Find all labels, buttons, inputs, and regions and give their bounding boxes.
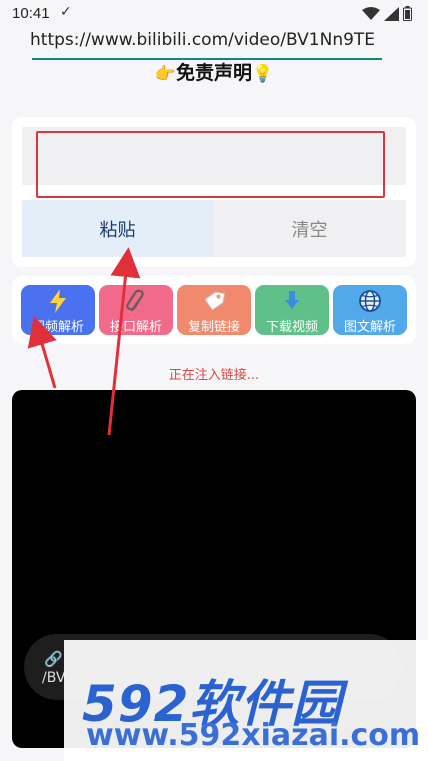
tool-label: 图文解析 <box>343 320 396 335</box>
title-text: 免责声明 <box>175 62 252 84</box>
tool-label: 下载视频 <box>265 320 318 335</box>
tool-label: 复制链接 <box>187 320 240 335</box>
url-input-container <box>22 127 406 185</box>
lightning-icon <box>21 288 95 314</box>
lightbulb-icon: 💡 <box>252 64 274 84</box>
download-icon <box>255 288 329 314</box>
api-parse-button[interactable]: 接口解析 <box>99 285 173 335</box>
url-input-underline <box>32 58 382 60</box>
signal-icon <box>384 6 399 21</box>
watermark-url: www.592xiazai.com <box>86 718 421 753</box>
tag-icon <box>177 288 251 314</box>
status-time: 10:41 <box>12 5 50 22</box>
status-icons <box>362 6 412 21</box>
url-input[interactable] <box>30 23 386 57</box>
tool-label: 接口解析 <box>109 320 162 335</box>
link-icon: 🔗 <box>44 650 63 668</box>
video-parse-button[interactable]: 视频解析 <box>21 285 95 335</box>
clear-button[interactable]: 清空 <box>213 200 406 257</box>
action-buttons: 粘贴 清空 <box>22 200 406 257</box>
image-text-parse-button[interactable]: 图文解析 <box>333 285 407 335</box>
battery-icon <box>403 6 412 21</box>
wifi-icon <box>362 6 380 20</box>
tool-label: 视频解析 <box>31 320 84 335</box>
paperclip-icon <box>99 288 173 314</box>
mini-player-text: /BV <box>42 670 66 686</box>
paste-button[interactable]: 粘贴 <box>22 200 213 257</box>
disclaimer-title[interactable]: 👉免责声明💡 <box>0 58 428 85</box>
download-done-icon: ✓ <box>60 4 72 20</box>
status-message: 正在注入链接... <box>168 368 260 383</box>
pointing-hand-icon: 👉 <box>154 64 176 84</box>
copy-link-button[interactable]: 复制链接 <box>177 285 251 335</box>
globe-icon <box>333 288 407 314</box>
download-video-button[interactable]: 下载视频 <box>255 285 329 335</box>
